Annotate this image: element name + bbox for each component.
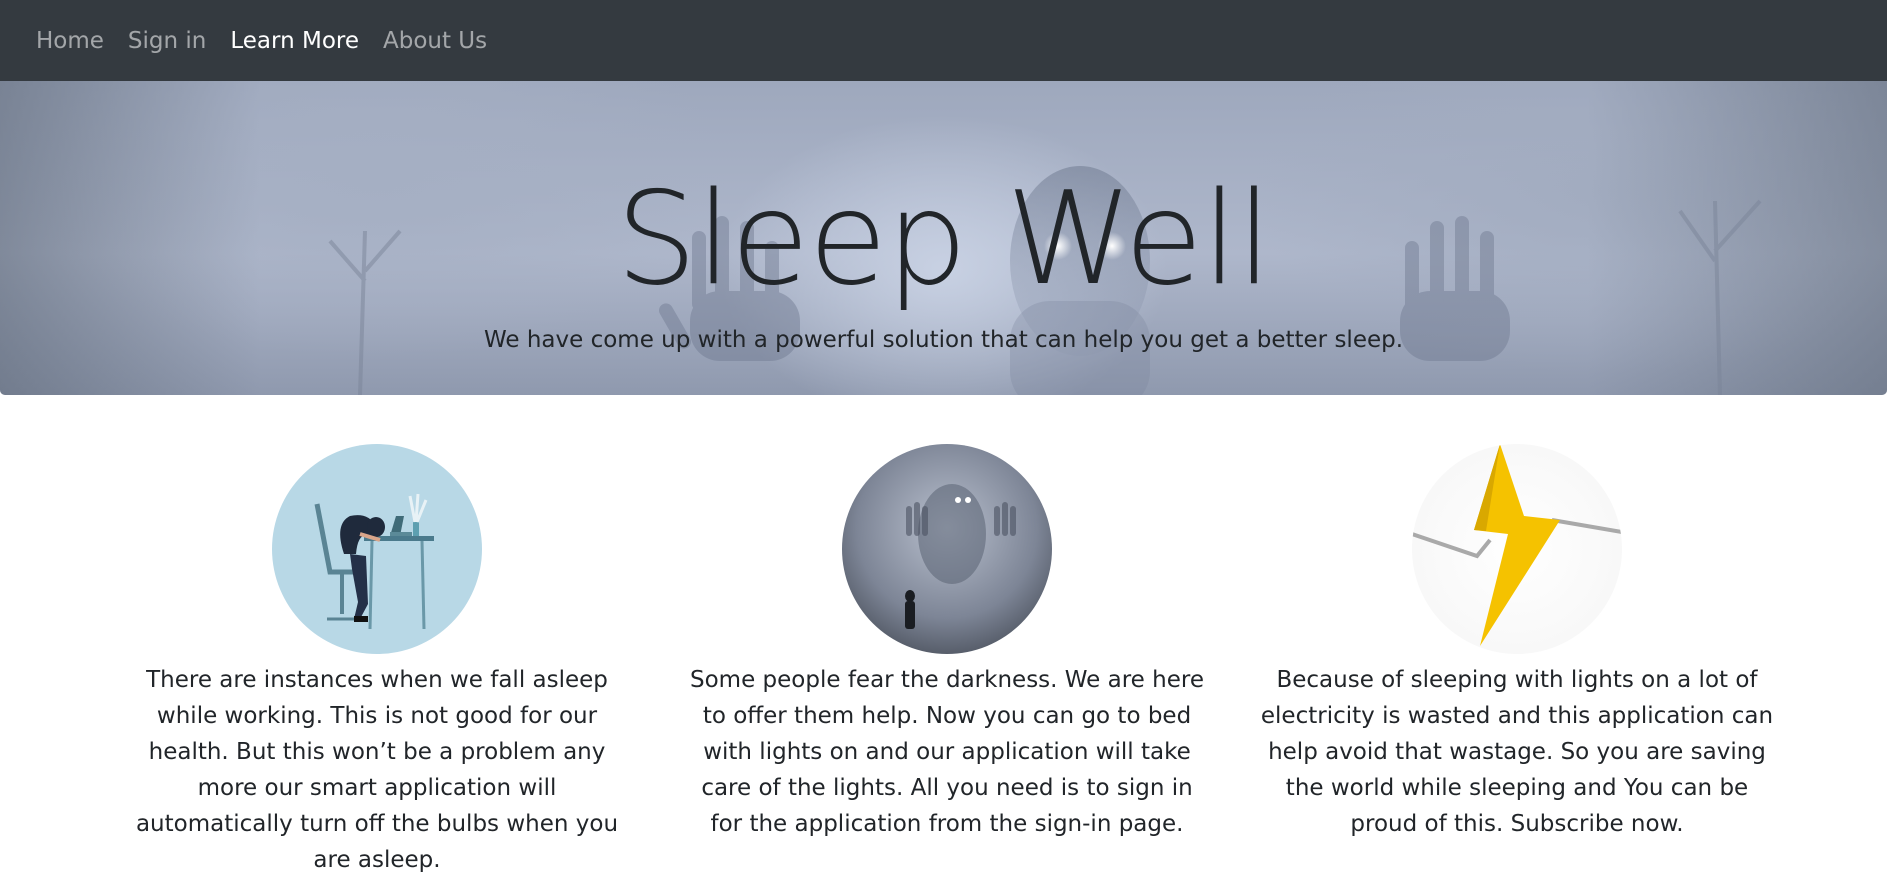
feature-text-darkness: Some people fear the darkness. We are he… — [690, 667, 1204, 837]
nav-sign-in-link[interactable]: Sign in — [128, 28, 206, 54]
lightning-bolt-image — [1412, 444, 1622, 654]
ghost-in-fog-image — [842, 444, 1052, 654]
feature-card-working: There are instances when we fall asleep … — [117, 444, 637, 878]
page-title: Sleep Well — [615, 165, 1272, 314]
feature-text-electricity: Because of sleeping with lights on a lot… — [1260, 667, 1774, 837]
nav-about-us-link[interactable]: About Us — [383, 28, 487, 54]
nav-home-link[interactable]: Home — [36, 28, 104, 54]
top-navbar: Home Sign in Learn More About Us — [0, 0, 1887, 81]
feature-card-electricity: Because of sleeping with lights on a lot… — [1257, 444, 1777, 842]
sleeping-at-desk-illustration — [272, 444, 482, 654]
nav-learn-more-link[interactable]: Learn More — [230, 28, 359, 54]
hero-subtitle: We have come up with a powerful solution… — [483, 327, 1404, 353]
feature-card-darkness: Some people fear the darkness. We are he… — [687, 444, 1207, 842]
feature-text-working: There are instances when we fall asleep … — [135, 667, 619, 873]
hero-banner: Sleep Well We have come up with a powerf… — [0, 81, 1887, 395]
